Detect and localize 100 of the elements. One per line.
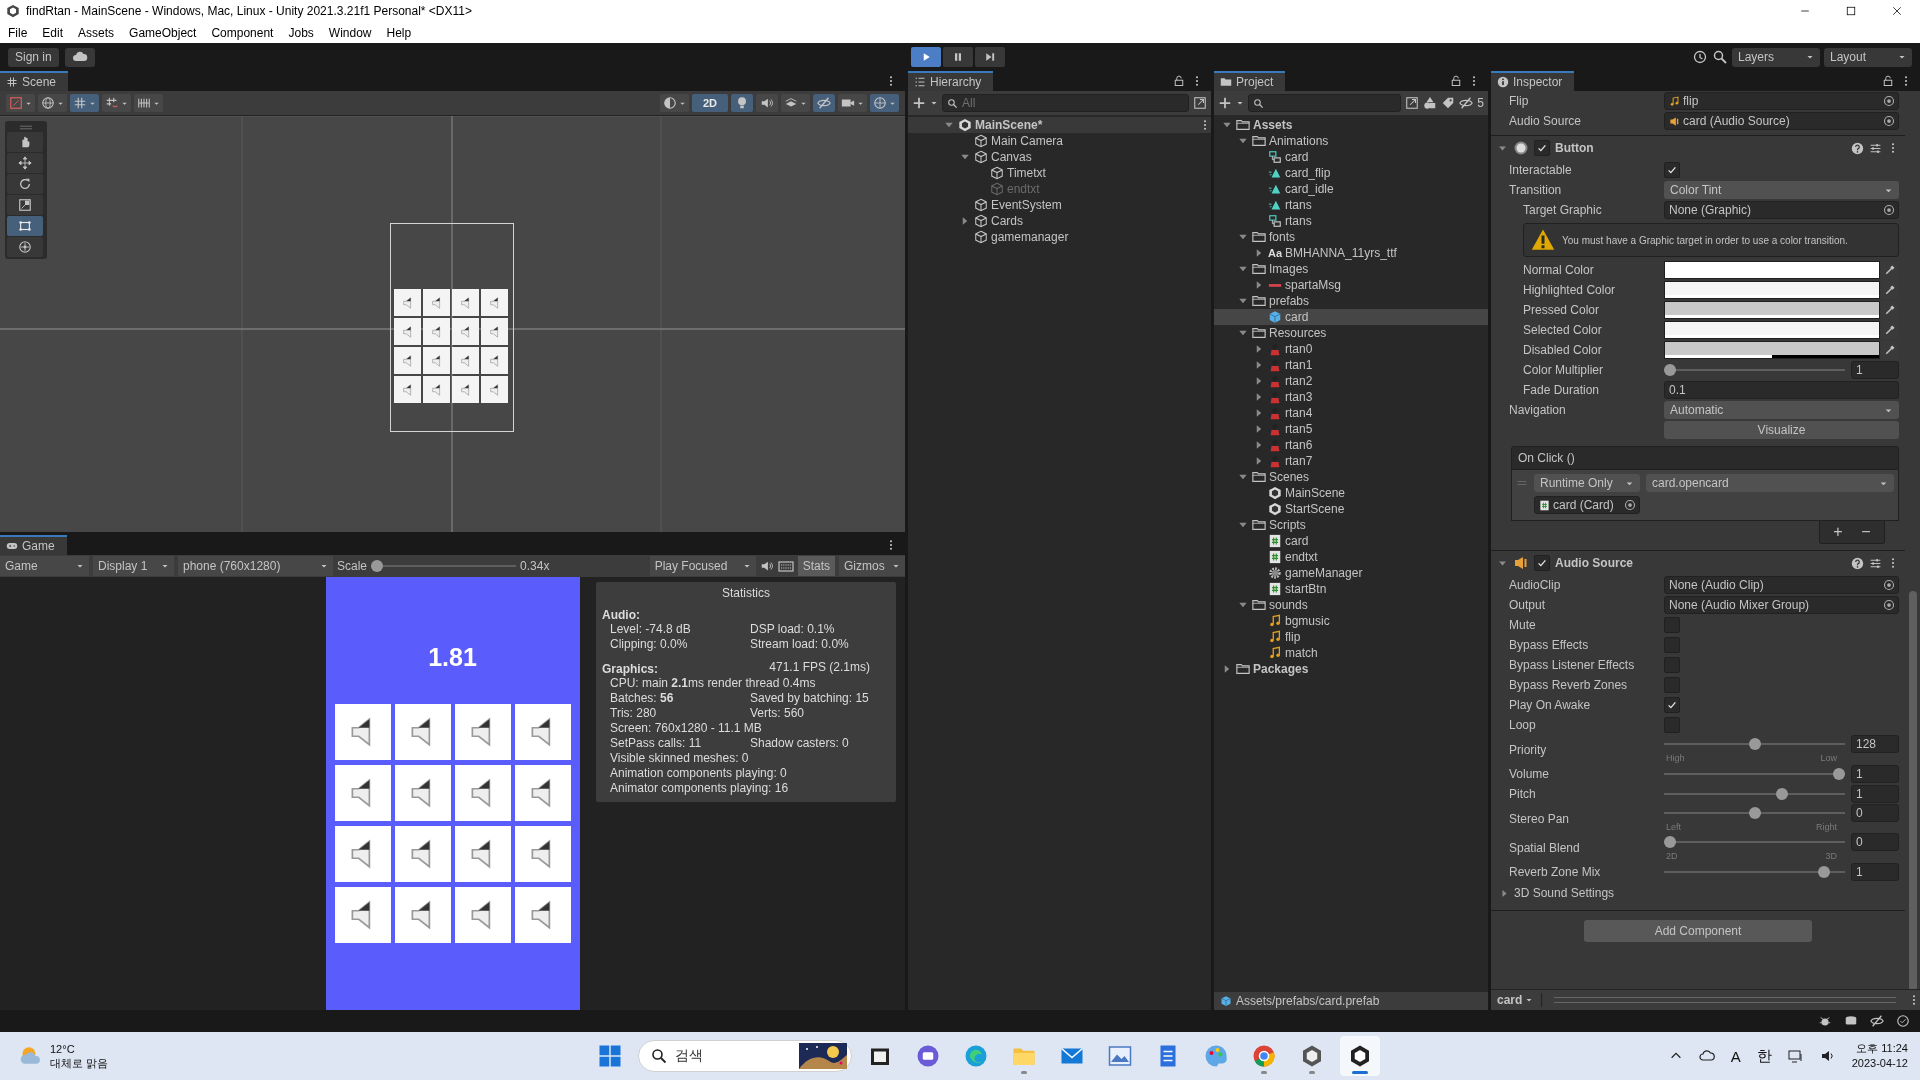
checkbox[interactable] bbox=[1664, 617, 1680, 633]
hand-tool[interactable] bbox=[7, 132, 43, 152]
effects-button[interactable] bbox=[781, 94, 810, 112]
popout-icon[interactable] bbox=[1193, 96, 1207, 110]
target-icon[interactable] bbox=[1883, 204, 1895, 216]
grid-snap-button[interactable] bbox=[102, 94, 131, 112]
checkbox[interactable] bbox=[1534, 140, 1550, 156]
step-button[interactable] bbox=[975, 47, 1005, 67]
color-swatch[interactable] bbox=[1665, 262, 1879, 275]
object-field[interactable]: None (Graphic) bbox=[1664, 201, 1899, 219]
tree-item[interactable]: Canvas bbox=[908, 149, 1211, 165]
remove-button[interactable]: − bbox=[1854, 523, 1878, 541]
cloud-button[interactable] bbox=[64, 47, 95, 67]
tree-item[interactable]: Cards bbox=[908, 213, 1211, 229]
checkbox[interactable] bbox=[1664, 657, 1680, 673]
tree-item[interactable]: Animations bbox=[1214, 133, 1488, 149]
play-button[interactable] bbox=[911, 47, 941, 67]
plus-icon[interactable] bbox=[912, 96, 926, 110]
panel-tab[interactable]: Game bbox=[0, 535, 67, 555]
number-field[interactable]: 0.1 bbox=[1664, 381, 1899, 399]
dropdown[interactable]: Runtime Only bbox=[1534, 474, 1640, 492]
slider-thumb[interactable] bbox=[1817, 866, 1830, 878]
visibility-button[interactable] bbox=[813, 94, 835, 112]
tree-item[interactable]: rtan0 bbox=[1214, 341, 1488, 357]
2d-toggle[interactable]: 2D bbox=[692, 94, 728, 112]
dropdown[interactable]: Play Focused bbox=[649, 556, 756, 576]
slider-thumb[interactable] bbox=[1664, 364, 1676, 376]
tree-item[interactable]: prefabs bbox=[1214, 293, 1488, 309]
object-field[interactable]: flip bbox=[1664, 92, 1899, 110]
tree-item[interactable]: Resources bbox=[1214, 325, 1488, 341]
camera-button[interactable] bbox=[838, 94, 867, 112]
cloud-icon[interactable] bbox=[1698, 1048, 1715, 1064]
stats-toggle[interactable]: Stats bbox=[797, 556, 835, 576]
target-icon[interactable] bbox=[1883, 115, 1895, 127]
plus-icon[interactable] bbox=[1218, 96, 1232, 110]
hidden-icon[interactable] bbox=[1459, 96, 1474, 110]
target-icon[interactable] bbox=[1624, 499, 1636, 511]
tree-item[interactable]: EventSystem bbox=[908, 197, 1211, 213]
slider-thumb[interactable] bbox=[1775, 788, 1788, 800]
pause-button[interactable] bbox=[943, 47, 973, 67]
number-field[interactable]: 0 bbox=[1851, 804, 1899, 822]
object-field[interactable]: card (Card) bbox=[1534, 496, 1640, 514]
preset-icon[interactable] bbox=[1869, 556, 1882, 570]
close-icon[interactable] bbox=[1891, 5, 1903, 17]
slider-thumb[interactable] bbox=[1748, 738, 1761, 750]
keyboard-icon[interactable] bbox=[777, 558, 794, 574]
tree-item[interactable]: flip bbox=[1214, 629, 1488, 645]
bug-icon[interactable] bbox=[1818, 1014, 1832, 1028]
tree-item[interactable]: Scripts bbox=[1214, 517, 1488, 533]
dropdown[interactable]: Automatic bbox=[1664, 401, 1899, 419]
scale-tool[interactable] bbox=[7, 195, 43, 215]
menu-item[interactable]: Assets bbox=[78, 25, 115, 40]
object-field[interactable]: None (Audio Mixer Group) bbox=[1664, 596, 1899, 614]
dropdown[interactable]: Layout bbox=[1824, 47, 1912, 67]
add-component-button[interactable]: Add Component bbox=[1584, 920, 1812, 942]
search-field[interactable]: 검색 bbox=[638, 1040, 852, 1072]
tree-item[interactable]: rtan7 bbox=[1214, 453, 1488, 469]
slider-thumb[interactable] bbox=[371, 560, 384, 572]
move-tool[interactable] bbox=[7, 153, 43, 173]
number-field[interactable]: 1 bbox=[1851, 863, 1899, 881]
menu-item[interactable]: Component bbox=[211, 25, 274, 40]
tree-item[interactable]: card bbox=[1214, 149, 1488, 165]
panel-tab[interactable]: Project bbox=[1214, 71, 1286, 91]
tree-item[interactable]: bgmusic bbox=[1214, 613, 1488, 629]
object-field[interactable]: None (Audio Clip) bbox=[1664, 576, 1899, 594]
checkbox[interactable] bbox=[1664, 697, 1680, 713]
number-field[interactable]: 128 bbox=[1851, 735, 1899, 753]
checkbox[interactable] bbox=[1664, 637, 1680, 653]
rotate-tool[interactable] bbox=[7, 174, 43, 194]
dropdown[interactable]: Color Tint bbox=[1664, 181, 1899, 199]
tree-item[interactable]: rtan5 bbox=[1214, 421, 1488, 437]
tree-item[interactable]: Aa BMHANNA_11yrs_ttf bbox=[1214, 245, 1488, 261]
tag-icon[interactable] bbox=[1441, 96, 1456, 110]
maximize-icon[interactable] bbox=[1845, 5, 1857, 17]
tree-item[interactable]: rtans bbox=[1214, 213, 1488, 229]
popout-icon[interactable] bbox=[1405, 96, 1420, 110]
tree-item[interactable]: rtan4 bbox=[1214, 405, 1488, 421]
visualize-button[interactable]: Visualize bbox=[1664, 421, 1899, 439]
foldout-label[interactable]: 3D Sound Settings bbox=[1514, 886, 1615, 900]
slider-thumb[interactable] bbox=[1833, 768, 1845, 780]
color-swatch[interactable] bbox=[1665, 322, 1879, 335]
number-field[interactable]: 1 bbox=[1851, 785, 1899, 803]
target-icon[interactable] bbox=[1883, 579, 1895, 591]
dropdown[interactable]: card bbox=[1497, 993, 1543, 1007]
tree-item[interactable]: StartScene bbox=[1214, 501, 1488, 517]
number-field[interactable]: 1 bbox=[1851, 765, 1899, 783]
tree-item[interactable]: rtan6 bbox=[1214, 437, 1488, 453]
color-swatch[interactable] bbox=[1665, 342, 1879, 355]
slider-thumb[interactable] bbox=[1664, 836, 1676, 848]
volume-icon[interactable] bbox=[1819, 1048, 1836, 1064]
scrollbar[interactable] bbox=[1909, 591, 1917, 989]
target-icon[interactable] bbox=[1883, 95, 1895, 107]
audio-button[interactable] bbox=[756, 94, 778, 112]
tree-item[interactable]: startBtn bbox=[1214, 581, 1488, 597]
lock-icon[interactable] bbox=[1173, 75, 1185, 87]
target-icon[interactable] bbox=[1883, 599, 1895, 611]
tree-item[interactable]: rtan2 bbox=[1214, 373, 1488, 389]
tree-item[interactable]: MainScene* bbox=[908, 117, 1211, 133]
panel-tab[interactable]: Inspector bbox=[1491, 71, 1575, 91]
search-icon[interactable] bbox=[1712, 49, 1728, 65]
